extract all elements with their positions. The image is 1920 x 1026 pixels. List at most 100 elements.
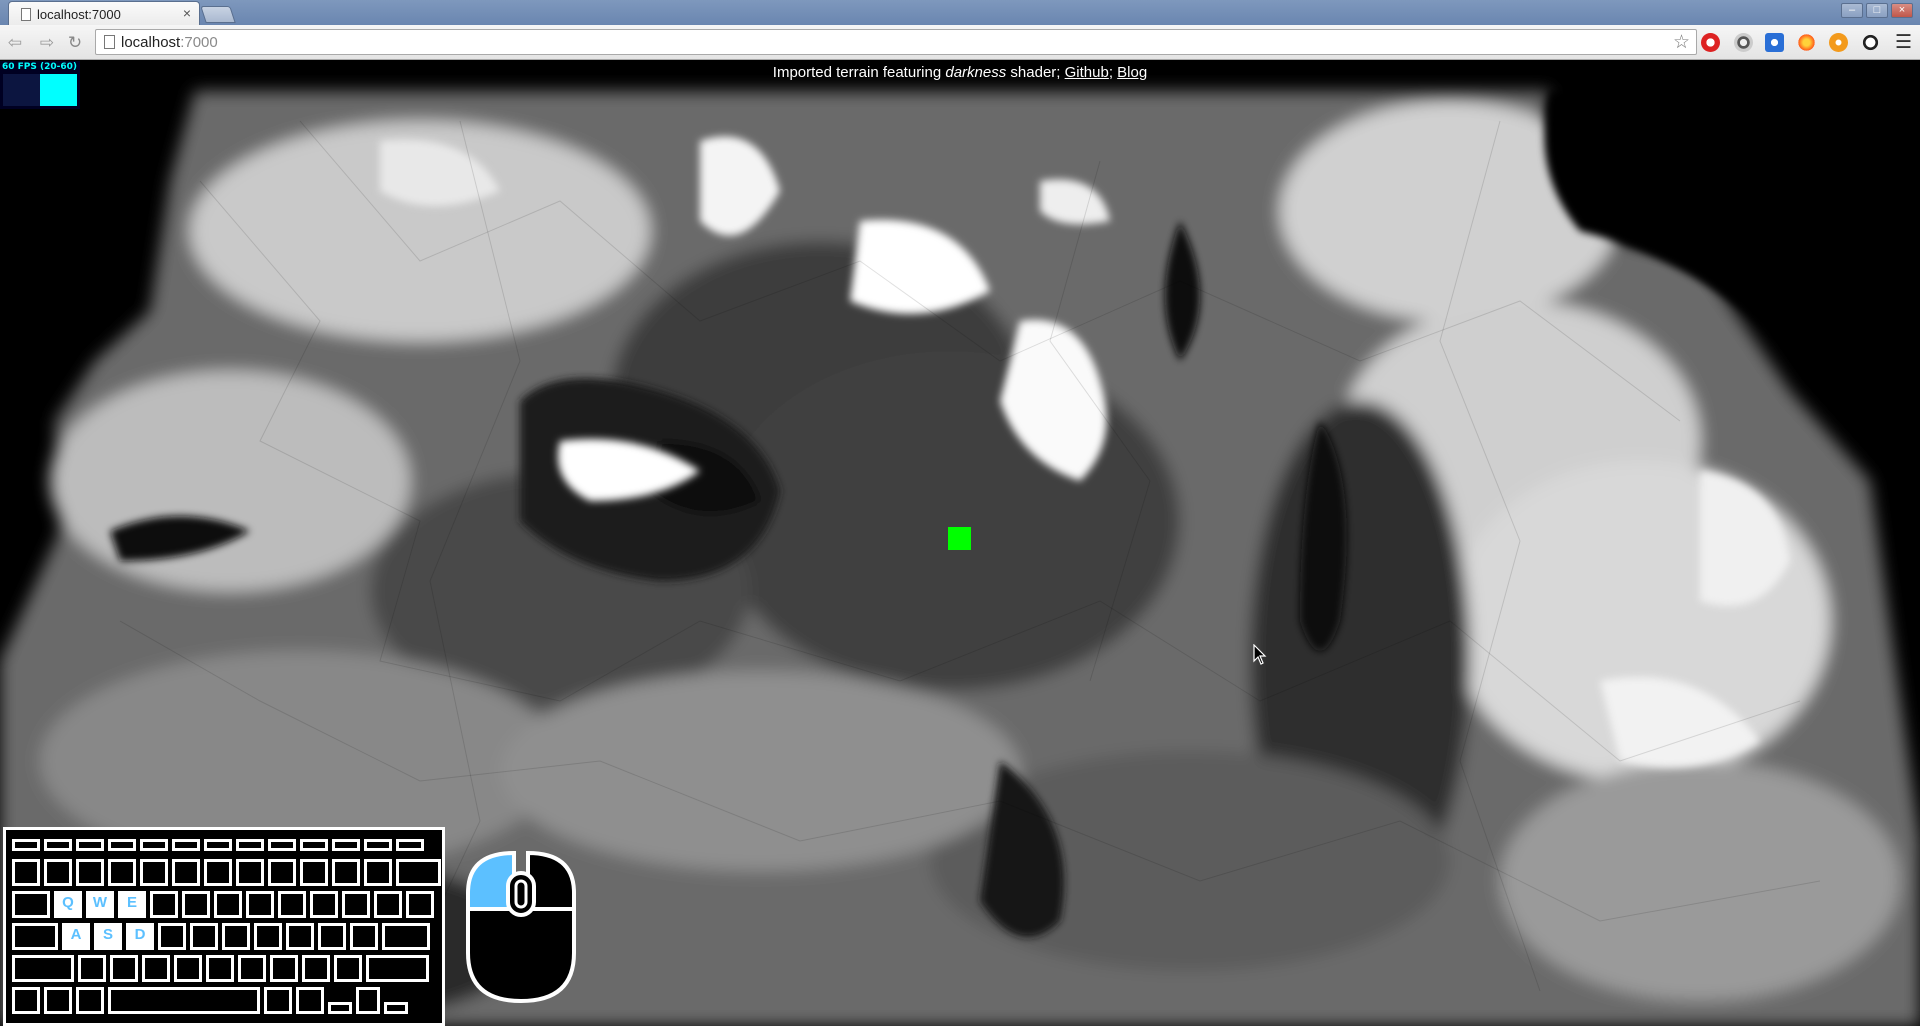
key xyxy=(238,955,266,982)
key xyxy=(142,955,170,982)
a-key: A xyxy=(62,923,90,950)
key xyxy=(364,859,392,886)
blue-square-icon[interactable] xyxy=(1765,33,1784,52)
key xyxy=(76,839,104,851)
key xyxy=(204,859,232,886)
key xyxy=(342,891,370,918)
info-prefix: Imported terrain featuring xyxy=(772,64,946,81)
fps-label: 60 FPS (20-60) xyxy=(2,62,78,72)
arrow-up-down-key xyxy=(356,987,380,1014)
key xyxy=(206,955,234,982)
url-text[interactable]: localhost:7000 xyxy=(121,34,218,51)
key xyxy=(334,955,362,982)
keyboard-row-qwe: Q W E xyxy=(12,891,434,918)
arrow-right-key xyxy=(384,1002,408,1014)
keyboard-row-function xyxy=(12,839,424,851)
key xyxy=(12,839,40,851)
key xyxy=(286,923,314,950)
url-host: localhost xyxy=(121,34,181,51)
key xyxy=(174,955,202,982)
fire-icon[interactable] xyxy=(1797,33,1816,52)
key xyxy=(204,839,232,851)
webgl-viewport[interactable]: Imported terrain featuring darkness shad… xyxy=(0,61,1920,1026)
key xyxy=(268,839,296,851)
s-key: S xyxy=(94,923,122,950)
mouse-controls-overlay xyxy=(466,850,576,1004)
browser-titlebar: localhost:7000 × – □ × xyxy=(0,0,1920,25)
key xyxy=(300,859,328,886)
tab-close-icon[interactable]: × xyxy=(183,5,191,21)
tab-key xyxy=(12,891,50,918)
address-bar[interactable]: localhost:7000 ☆ xyxy=(95,29,1697,55)
key xyxy=(278,891,306,918)
scroll-wheel xyxy=(506,871,536,917)
key xyxy=(406,891,434,918)
e-key: E xyxy=(118,891,146,918)
key xyxy=(182,891,210,918)
menu-icon[interactable]: ☰ xyxy=(1895,31,1912,54)
fps-stats-panel[interactable]: 60 FPS (20-60) xyxy=(0,61,80,109)
key xyxy=(318,923,346,950)
key xyxy=(110,955,138,982)
key xyxy=(300,839,328,851)
info-separator: ; xyxy=(1108,64,1113,81)
back-arrow-icon[interactable]: ⇦ xyxy=(4,32,26,54)
new-tab-button[interactable] xyxy=(200,6,236,23)
browser-tab[interactable]: localhost:7000 × xyxy=(8,1,200,25)
window-close-button[interactable]: × xyxy=(1891,3,1913,18)
shift-key xyxy=(366,955,429,982)
info-suffix: shader; xyxy=(1006,64,1065,81)
key xyxy=(76,859,104,886)
orange-rss-icon[interactable] xyxy=(1829,33,1848,52)
key xyxy=(264,987,292,1014)
key xyxy=(140,839,168,851)
arrow-left-key xyxy=(328,1002,352,1014)
fps-graph-bar xyxy=(40,74,77,106)
q-key: Q xyxy=(54,891,82,918)
key xyxy=(374,891,402,918)
key xyxy=(254,923,282,950)
keyboard-row-zxc xyxy=(12,955,429,982)
key xyxy=(44,839,72,851)
key xyxy=(190,923,218,950)
key xyxy=(172,839,200,851)
d-key: D xyxy=(126,923,154,950)
steering-wheel-icon[interactable] xyxy=(1734,33,1753,52)
minimize-button[interactable]: – xyxy=(1841,3,1863,18)
url-port: :7000 xyxy=(180,34,218,51)
keyboard-row-space xyxy=(12,987,408,1014)
blog-link[interactable]: Blog xyxy=(1117,64,1147,81)
crosshair-marker xyxy=(948,527,971,550)
enter-key xyxy=(382,923,430,950)
key xyxy=(76,987,104,1014)
space-key xyxy=(108,987,260,1014)
key xyxy=(396,839,424,851)
github-link[interactable]: Github xyxy=(1065,64,1109,81)
tab-title: localhost:7000 xyxy=(37,7,121,22)
key xyxy=(268,859,296,886)
key xyxy=(12,859,40,886)
reload-icon[interactable]: ↻ xyxy=(64,32,86,54)
key xyxy=(270,955,298,982)
bookmark-star-icon[interactable]: ☆ xyxy=(1673,31,1690,54)
forward-arrow-icon[interactable]: ⇨ xyxy=(36,32,58,54)
key xyxy=(12,987,40,1014)
key xyxy=(302,955,330,982)
caps-key xyxy=(12,923,58,950)
keyboard-row-numbers xyxy=(12,859,441,886)
sync-icon[interactable] xyxy=(1861,33,1880,52)
key xyxy=(332,839,360,851)
browser-toolbar: ⇦ ⇨ ↻ localhost:7000 ☆ ☰ xyxy=(0,25,1920,60)
key xyxy=(350,923,378,950)
w-key: W xyxy=(86,891,114,918)
key xyxy=(214,891,242,918)
key xyxy=(364,839,392,851)
key xyxy=(172,859,200,886)
key xyxy=(296,987,324,1014)
key xyxy=(44,987,72,1014)
info-caption: Imported terrain featuring darkness shad… xyxy=(0,64,1920,81)
key xyxy=(396,859,441,886)
key xyxy=(108,839,136,851)
red-stop-icon[interactable] xyxy=(1701,33,1720,52)
restore-button[interactable]: □ xyxy=(1866,3,1888,18)
